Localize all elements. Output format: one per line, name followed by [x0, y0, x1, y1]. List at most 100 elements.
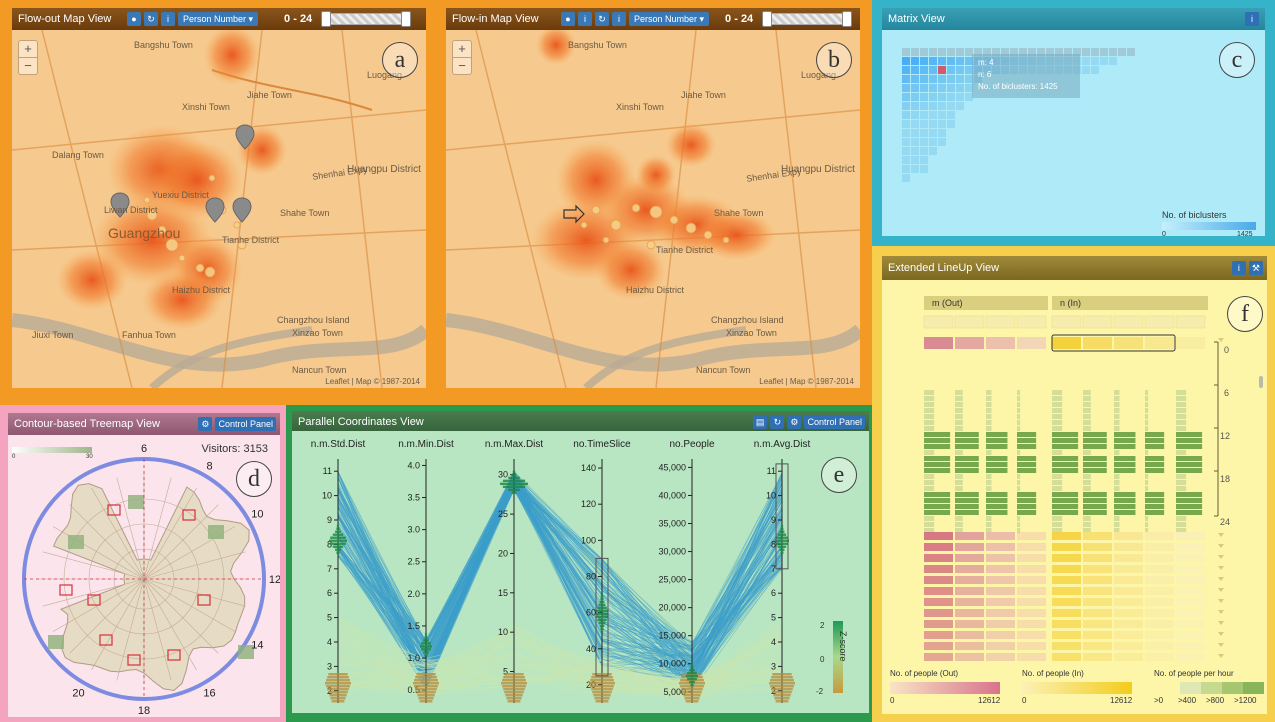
lineup-cell[interactable]: [955, 620, 984, 628]
matrix-cell[interactable]: [929, 102, 937, 110]
lineup-cell[interactable]: [986, 543, 1015, 551]
matrix-cell[interactable]: [947, 66, 955, 74]
matrix-cell[interactable]: [947, 93, 955, 101]
lineup-cell[interactable]: [1083, 598, 1112, 606]
lineup-cell[interactable]: [924, 653, 953, 661]
time-range-slider[interactable]: [762, 11, 853, 27]
lineup-cell[interactable]: [1017, 576, 1046, 584]
lineup-cell[interactable]: [1017, 642, 1046, 650]
matrix-cell[interactable]: [920, 156, 928, 164]
lineup-cell[interactable]: [955, 631, 984, 639]
matrix-cell[interactable]: [902, 165, 910, 173]
matrix-cell[interactable]: [938, 93, 946, 101]
matrix-cell[interactable]: [902, 120, 910, 128]
lineup-cell[interactable]: [1017, 532, 1046, 540]
lineup-cell[interactable]: [955, 554, 984, 562]
lineup-cell[interactable]: [986, 653, 1015, 661]
matrix-cell[interactable]: [920, 165, 928, 173]
wrench-icon[interactable]: ⚒: [1248, 261, 1263, 275]
matrix-cell[interactable]: [902, 111, 910, 119]
lineup-cell[interactable]: [1114, 598, 1143, 606]
refresh-icon[interactable]: ↻: [595, 12, 609, 26]
chevron-down-icon[interactable]: [1218, 654, 1224, 658]
lineup-cell[interactable]: [924, 631, 953, 639]
matrix-cell[interactable]: [911, 75, 919, 83]
lineup-cell[interactable]: [1176, 532, 1205, 540]
lineup-cell[interactable]: [1176, 565, 1205, 573]
lineup-cell[interactable]: [986, 631, 1015, 639]
matrix-cell[interactable]: [1091, 48, 1099, 56]
lineup-cell[interactable]: [1017, 337, 1046, 349]
lineup-cell[interactable]: [1145, 543, 1174, 551]
matrix-cell[interactable]: [938, 102, 946, 110]
lineup-cell[interactable]: [1176, 554, 1205, 562]
matrix-cell[interactable]: [1091, 57, 1099, 65]
matrix-cell[interactable]: [1100, 57, 1108, 65]
lineup-scrollbar[interactable]: [1259, 376, 1263, 388]
treemap-contour[interactable]: [52, 483, 250, 692]
lineup-cell[interactable]: [924, 565, 953, 573]
matrix-cell[interactable]: [947, 48, 955, 56]
info-icon[interactable]: i: [161, 12, 175, 26]
lineup-cell[interactable]: [924, 554, 953, 562]
lineup-cell[interactable]: [1017, 653, 1046, 661]
lineup-cell[interactable]: [1083, 609, 1112, 617]
lineup-cell[interactable]: [1145, 337, 1174, 349]
lineup-cell[interactable]: [1114, 532, 1143, 540]
lineup-cell[interactable]: [1114, 631, 1143, 639]
info-icon[interactable]: i: [1231, 261, 1246, 275]
chevron-down-icon[interactable]: [1218, 643, 1224, 647]
matrix-cell[interactable]: [938, 129, 946, 137]
matrix-cell[interactable]: [938, 111, 946, 119]
zoom-out-button[interactable]: −: [19, 58, 37, 74]
matrix-cell[interactable]: [911, 66, 919, 74]
matrix-cell[interactable]: [929, 66, 937, 74]
matrix-cell[interactable]: [911, 138, 919, 146]
lineup-cell[interactable]: [1017, 565, 1046, 573]
matrix-cell[interactable]: [920, 93, 928, 101]
lineup-cell[interactable]: [986, 587, 1015, 595]
matrix-cell[interactable]: [902, 84, 910, 92]
matrix-cell[interactable]: [920, 84, 928, 92]
lineup-cell[interactable]: [1052, 620, 1081, 628]
matrix-cell[interactable]: [911, 120, 919, 128]
lineup-cell[interactable]: [924, 598, 953, 606]
lineup-cell[interactable]: [1176, 587, 1205, 595]
lineup-cell[interactable]: [955, 587, 984, 595]
lineup-cell[interactable]: [1176, 543, 1205, 551]
matrix-cell[interactable]: [1091, 66, 1099, 74]
lineup-cell[interactable]: [1052, 576, 1081, 584]
lineup-cell[interactable]: [955, 543, 984, 551]
matrix-cell[interactable]: [902, 75, 910, 83]
parallel-canvas[interactable]: n.m.Std.Dist n.m.Min.Dist n.m.Max.Dist no.T…: [292, 431, 869, 713]
time-range-slider[interactable]: [321, 11, 412, 27]
chevron-down-icon[interactable]: [1218, 577, 1224, 581]
matrix-cell[interactable]: [929, 129, 937, 137]
flow-out-map[interactable]: + − Bangshu Town Xinshi Town Jiahe Town …: [12, 30, 426, 388]
matrix-cell[interactable]: [956, 102, 964, 110]
lineup-cell[interactable]: [1052, 609, 1081, 617]
lineup-cell[interactable]: [1083, 532, 1112, 540]
lineup-cell[interactable]: [1145, 576, 1174, 584]
lineup-cell[interactable]: [986, 609, 1015, 617]
settings-icon[interactable]: ⚙: [198, 417, 213, 431]
lineup-cell[interactable]: [1052, 554, 1081, 562]
zoom-out-button[interactable]: −: [453, 58, 471, 74]
matrix-cell[interactable]: [956, 57, 964, 65]
lineup-cell[interactable]: [1052, 642, 1081, 650]
lineup-cell[interactable]: [1052, 598, 1081, 606]
lineup-cell[interactable]: [1145, 554, 1174, 562]
matrix-cell[interactable]: [929, 120, 937, 128]
matrix-cell[interactable]: [920, 57, 928, 65]
matrix-cell[interactable]: [947, 102, 955, 110]
matrix-cell[interactable]: [929, 93, 937, 101]
lineup-cell[interactable]: [1083, 631, 1112, 639]
matrix-cell[interactable]: [938, 84, 946, 92]
matrix-cell[interactable]: [902, 129, 910, 137]
lineup-cell[interactable]: [1114, 642, 1143, 650]
matrix-cell[interactable]: [938, 57, 946, 65]
matrix-cell[interactable]: [929, 111, 937, 119]
info-icon[interactable]: i: [612, 12, 626, 26]
lineup-cell[interactable]: [986, 554, 1015, 562]
matrix-cell[interactable]: [920, 138, 928, 146]
